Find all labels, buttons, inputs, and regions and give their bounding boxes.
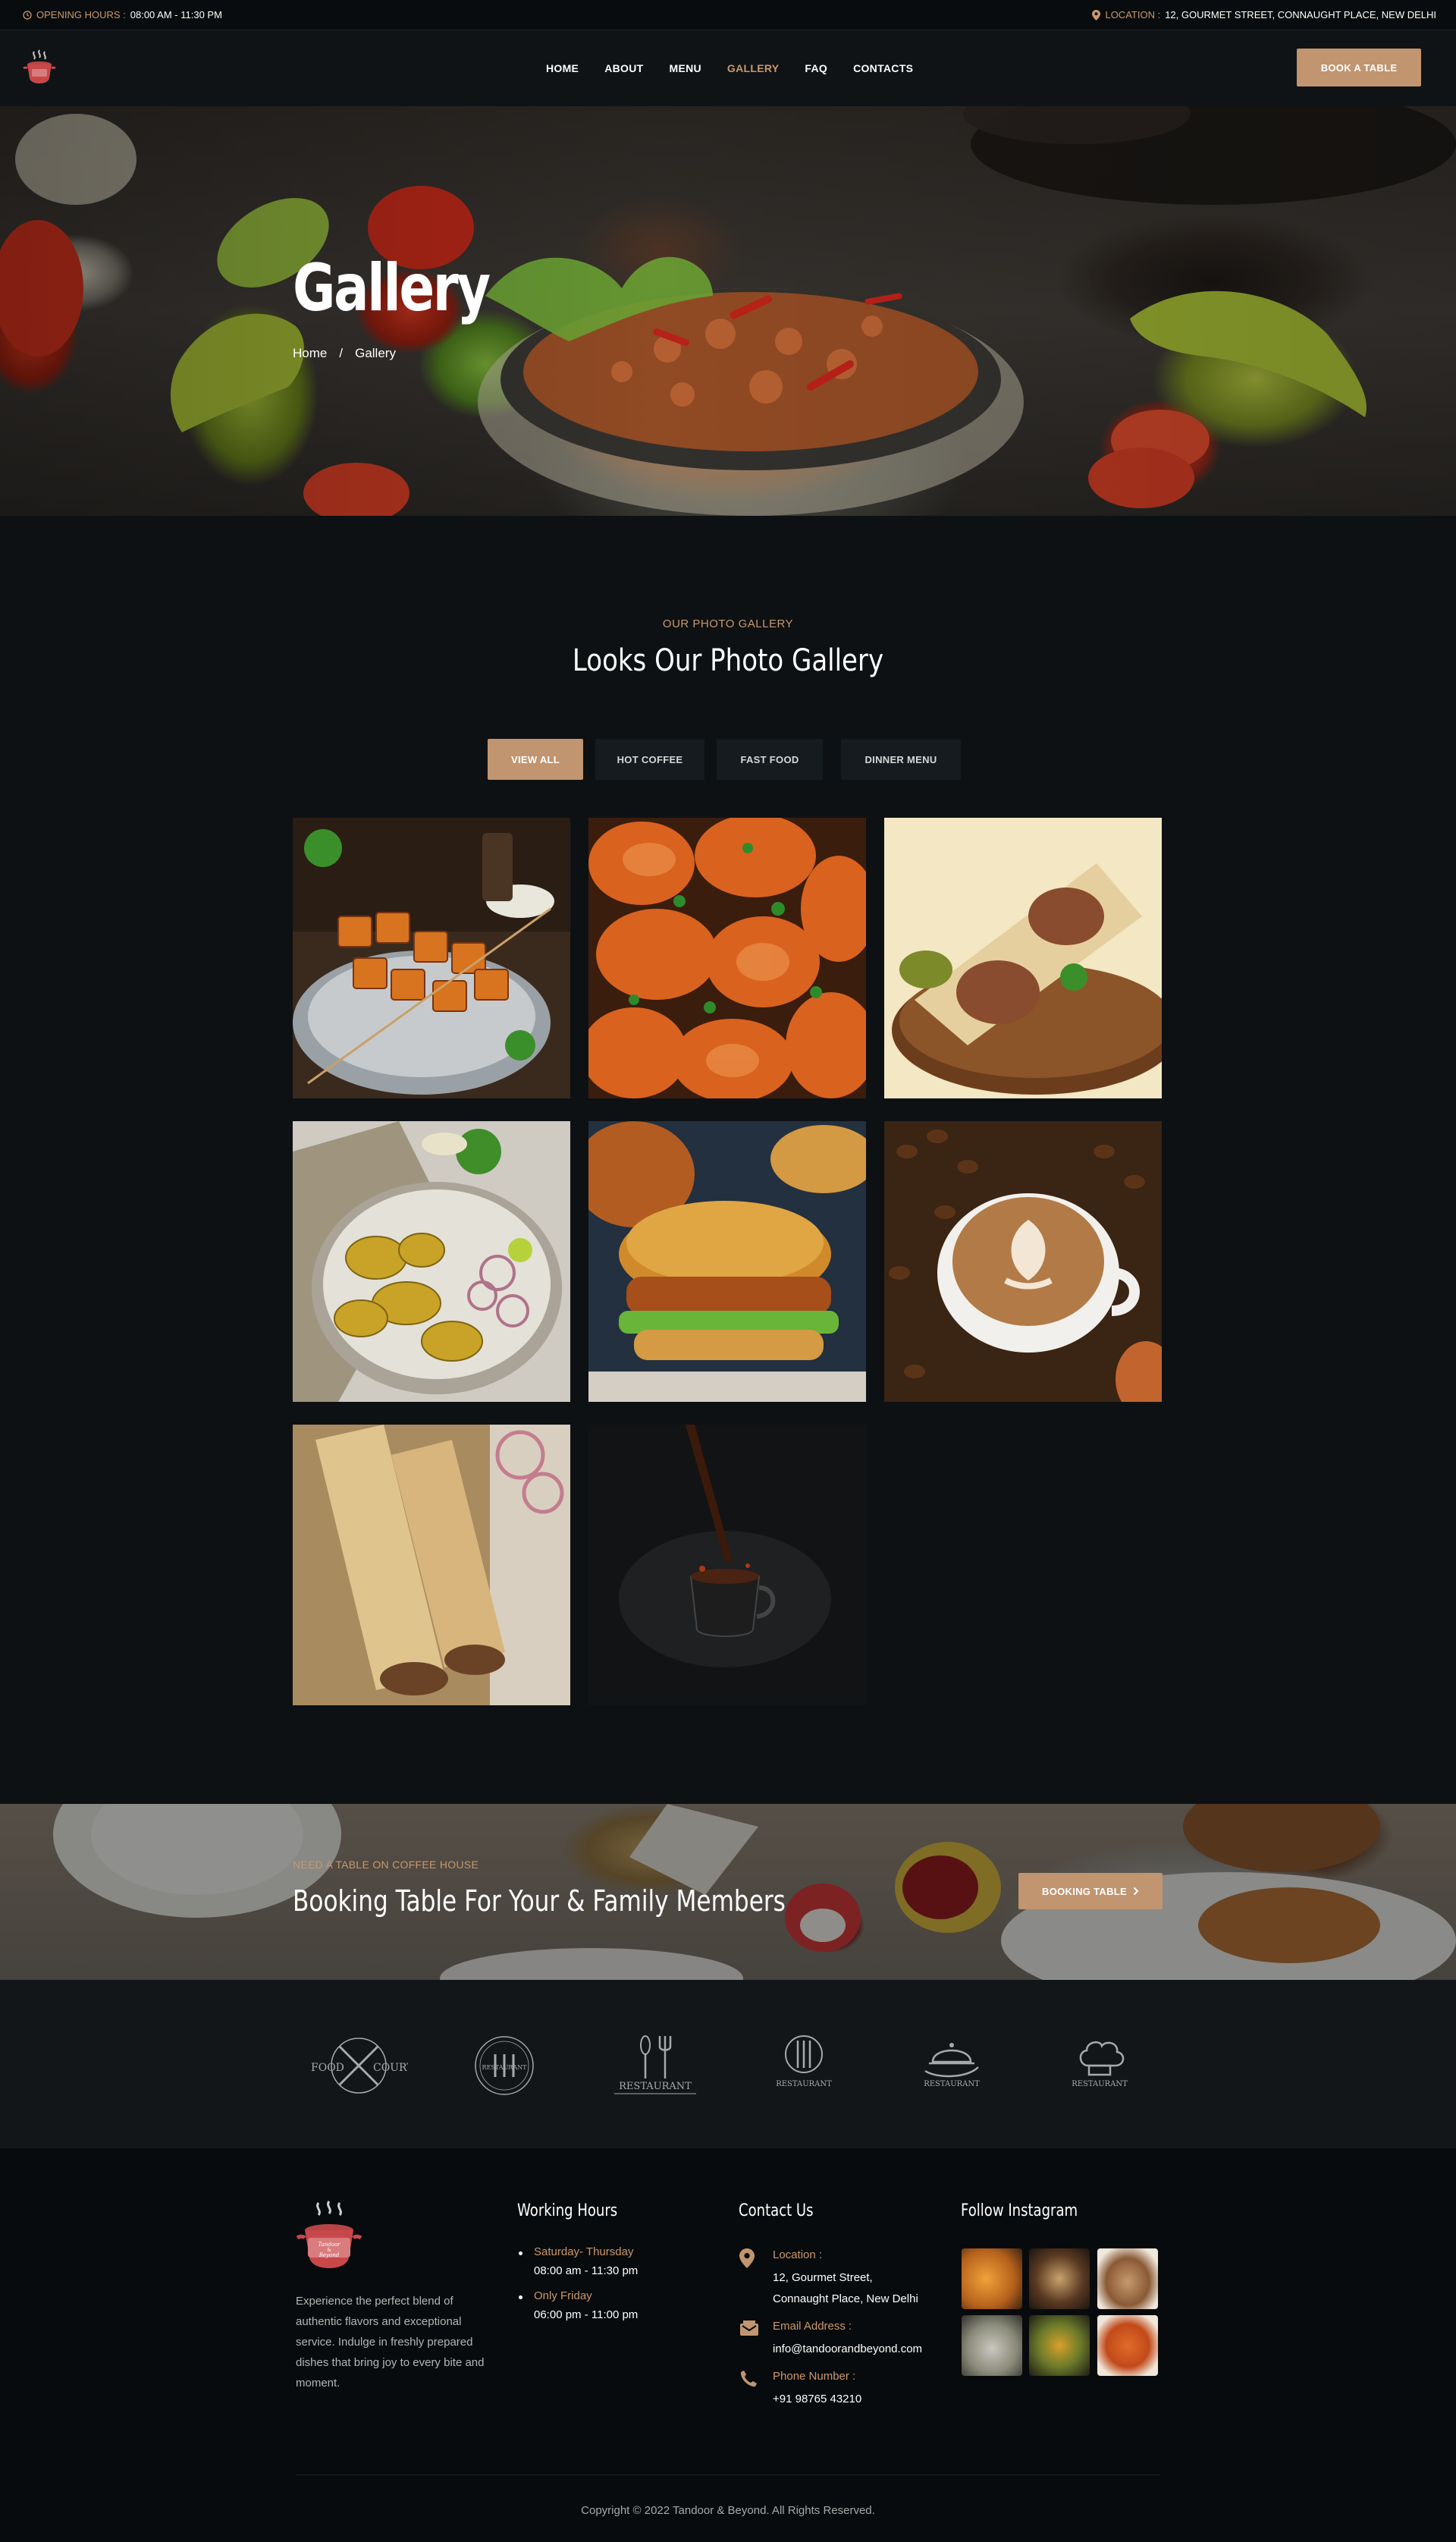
footer-logo[interactable]: Tandoor & Beyond (294, 2200, 364, 2280)
restaurant-cutlery-logo: RESTAURANT (610, 2031, 701, 2104)
restaurant-cloche-logo: RESTAURANT (914, 2031, 990, 2104)
restaurant-round-logo: RESTAURANT (470, 2031, 538, 2104)
food-court-logo: FOOD COURT (309, 2031, 414, 2104)
instagram-thumb[interactable] (962, 2315, 1022, 2376)
gallery-photo[interactable] (588, 818, 866, 1098)
hours-days: Saturday- Thursday (534, 2245, 634, 2258)
phone-label: Phone Number : (773, 2370, 856, 2383)
book-a-table-button[interactable]: BOOK A TABLE (1297, 49, 1421, 86)
gallery-photo[interactable] (293, 818, 570, 1098)
contact-location: Location : 12, Gourmet Street, Connaught… (739, 2248, 918, 2310)
filter-view-all[interactable]: VIEW ALL (488, 739, 583, 780)
nav-menu[interactable]: MENU (669, 62, 701, 74)
breadcrumb-separator: / (339, 346, 344, 360)
breadcrumb-home[interactable]: Home (293, 346, 327, 361)
svg-text:RESTAURANT: RESTAURANT (776, 2080, 832, 2088)
restaurant-chef-hat-logo: RESTAURANT (1062, 2031, 1138, 2104)
site-header: HOME ABOUT MENU GALLERY FAQ CONTACTS BOO… (0, 30, 1456, 106)
gallery-eyebrow: OUR PHOTO GALLERY (662, 617, 794, 630)
svg-text:Tandoor: Tandoor (318, 2242, 340, 2248)
svg-text:RESTAURANT: RESTAURANT (924, 2080, 980, 2088)
working-hours-title: Working Hours (517, 2201, 618, 2220)
svg-text:COURT: COURT (373, 2062, 408, 2074)
contact-phone: Phone Number : +91 98765 43210 (739, 2370, 861, 2410)
instagram-thumb[interactable] (1097, 2315, 1158, 2376)
location-value: 12, GOURMET STREET, CONNAUGHT PLACE, NEW… (1165, 9, 1436, 20)
gallery-photo[interactable] (588, 1425, 866, 1705)
booking-button-label: BOOKING TABLE (1042, 1885, 1127, 1897)
svg-text:RESTAURANT: RESTAURANT (619, 2081, 692, 2092)
site-logo[interactable] (21, 49, 58, 88)
gallery-title: Looks Our Photo Gallery (572, 643, 884, 678)
location-label: Location : (773, 2248, 823, 2261)
gallery-photo[interactable] (293, 1121, 570, 1402)
location-line: Connaught Place, New Delhi (773, 2292, 918, 2305)
partner-logos: FOOD COURT RESTAURANT RESTAURANT RESTAUR… (0, 1980, 1456, 2148)
hours-label: OPENING HOURS : (36, 9, 126, 20)
breadcrumb: Home / Gallery (293, 346, 396, 361)
page-hero: Gallery Home / Gallery (0, 106, 1456, 516)
location-line: 12, Gourmet Street, (773, 2271, 873, 2284)
hours-item: Saturday- Thursday 08:00 am - 11:30 pm (519, 2245, 638, 2277)
email-label: Email Address : (773, 2320, 852, 2333)
gallery-photo[interactable] (884, 818, 1162, 1098)
clock-icon (23, 10, 32, 20)
booking-banner: NEED A TABLE ON COFFEE HOUSE Booking Tab… (0, 1804, 1456, 1980)
phone-icon (740, 2371, 757, 2387)
hours-days: Only Friday (534, 2289, 592, 2302)
envelope-icon (740, 2320, 758, 2336)
svg-text:FOOD: FOOD (311, 2062, 344, 2074)
phone-link[interactable]: +91 98765 43210 (773, 2393, 861, 2405)
hours-time: 06:00 pm - 11:00 pm (534, 2308, 639, 2321)
svg-text:RESTAURANT: RESTAURANT (482, 2064, 528, 2071)
instagram-thumb[interactable] (1029, 2315, 1090, 2376)
instagram-thumb[interactable] (962, 2248, 1022, 2309)
map-pin-icon (1092, 9, 1101, 20)
svg-text:Beyond: Beyond (318, 2252, 340, 2258)
main-nav: HOME ABOUT MENU GALLERY FAQ CONTACTS (546, 30, 939, 106)
nav-home[interactable]: HOME (546, 62, 579, 74)
gallery-photo[interactable] (293, 1425, 570, 1705)
nav-contacts[interactable]: CONTACTS (853, 62, 913, 74)
instagram-title: Follow Instagram (961, 2201, 1078, 2220)
top-bar: OPENING HOURS : 08:00 AM - 11:30 PM LOCA… (0, 0, 1456, 30)
booking-table-button[interactable]: BOOKING TABLE (1018, 1873, 1163, 1909)
nav-faq[interactable]: FAQ (805, 62, 827, 74)
site-footer: Tandoor & Beyond Experience the perfect … (0, 2148, 1456, 2542)
gallery-photo[interactable] (884, 1121, 1162, 1402)
filter-fast-food[interactable]: FAST FOOD (717, 739, 823, 780)
hours-value: 08:00 AM - 11:30 PM (130, 9, 222, 20)
booking-title: Booking Table For Your & Family Members (293, 1884, 786, 1918)
svg-text:RESTAURANT: RESTAURANT (1072, 2080, 1128, 2088)
footer-about: Experience the perfect blend of authenti… (296, 2295, 485, 2390)
nav-about[interactable]: ABOUT (604, 62, 643, 74)
filter-dinner-menu[interactable]: DINNER MENU (841, 739, 961, 780)
location-info: LOCATION : 12, GOURMET STREET, CONNAUGHT… (1092, 9, 1436, 20)
page-title: Gallery (293, 250, 491, 326)
filter-hot-coffee[interactable]: HOT COFFEE (595, 739, 704, 780)
restaurant-plate-logo: RESTAURANT (766, 2031, 842, 2104)
breadcrumb-current: Gallery (355, 346, 396, 360)
opening-hours: OPENING HOURS : 08:00 AM - 11:30 PM (23, 9, 222, 20)
hours-item: Only Friday 06:00 pm - 11:00 pm (519, 2289, 638, 2321)
location-label: LOCATION : (1105, 9, 1161, 20)
instagram-thumb[interactable] (1029, 2248, 1090, 2309)
hours-time: 08:00 am - 11:30 pm (534, 2264, 639, 2277)
instagram-thumb[interactable] (1097, 2248, 1158, 2309)
contact-email: Email Address : info@tandoorandbeyond.co… (739, 2320, 922, 2360)
chevron-right-icon (1133, 1887, 1139, 1896)
contact-title: Contact Us (739, 2201, 814, 2220)
copyright: Copyright © 2022 Tandoor & Beyond. All R… (581, 2504, 875, 2517)
footer-divider (296, 2474, 1160, 2475)
map-pin-icon (739, 2248, 755, 2268)
nav-gallery[interactable]: GALLERY (727, 62, 779, 74)
email-link[interactable]: info@tandoorandbeyond.com (773, 2342, 922, 2355)
booking-eyebrow: NEED A TABLE ON COFFEE HOUSE (293, 1859, 479, 1871)
gallery-filters: VIEW ALL HOT COFFEE FAST FOOD DINNER MEN… (488, 739, 961, 780)
working-hours-list: Saturday- Thursday 08:00 am - 11:30 pm O… (519, 2245, 638, 2333)
gallery-photo[interactable] (588, 1121, 866, 1402)
